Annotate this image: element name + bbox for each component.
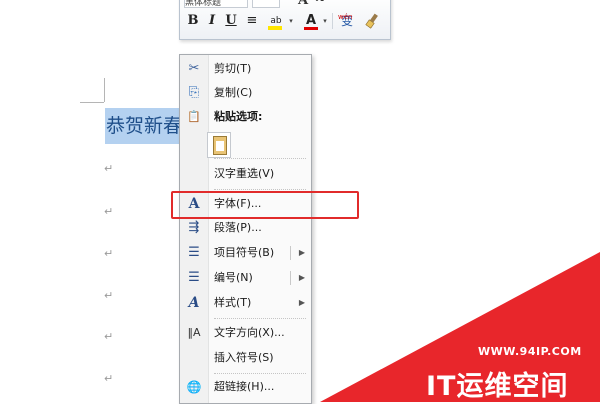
paragraph-mark: ↵ (104, 289, 114, 302)
font-color-button[interactable]: A (302, 11, 320, 31)
split-divider (290, 246, 291, 260)
menu-item-label: 汉字重选(V) (214, 167, 275, 180)
styles-icon: A (188, 295, 200, 311)
menu-separator (214, 158, 306, 159)
menu-item-label: 段落(P)... (214, 221, 262, 234)
highlight-label: ab (270, 16, 282, 26)
font-color-label: A (305, 13, 317, 28)
grow-font-button[interactable]: A (298, 0, 308, 8)
menu-item-cut[interactable]: ✂ 剪切(T) (180, 57, 311, 81)
menu-item-paste-options: 📋 粘贴选项: (180, 105, 311, 129)
menu-item-reconvert[interactable]: 汉字重选(V) (180, 162, 311, 186)
shrink-font-button[interactable]: A (316, 0, 324, 4)
menu-item-text-direction[interactable]: ‖A 文字方向(X)... (180, 321, 311, 345)
margin-marker (104, 78, 105, 102)
margin-marker (80, 102, 104, 103)
clipboard-icon (213, 136, 227, 155)
clipboard-icon: 📋 (187, 110, 201, 123)
menu-item-numbering[interactable]: ☰ 编号(N) ▶ (180, 266, 311, 290)
menu-item-insert-symbol[interactable]: 插入符号(S) (180, 346, 311, 370)
italic-button[interactable]: I (205, 11, 219, 31)
font-color-bar (304, 27, 318, 30)
menu-item-label: 样式(T) (214, 296, 252, 309)
submenu-arrow-icon[interactable]: ▶ (299, 241, 305, 265)
center-align-button[interactable]: ≡ (244, 11, 260, 31)
menu-item-bullets[interactable]: ☰ 项目符号(B) ▶ (180, 241, 311, 265)
menu-item-label: 复制(C) (214, 86, 253, 99)
paragraph-mark: ↵ (104, 372, 114, 385)
paragraph-mark: ↵ (104, 247, 114, 260)
menu-item-label: 项目符号(B) (214, 246, 275, 259)
bullets-icon: ☰ (188, 245, 200, 260)
context-menu: ✂ 剪切(T) ⎘ 复制(C) 📋 粘贴选项: 汉字重选(V) A 字体(F).… (179, 54, 312, 404)
format-painter-button[interactable] (362, 11, 382, 31)
menu-item-label: 编号(N) (214, 271, 253, 284)
brush-icon (365, 13, 378, 29)
paragraph-icon: ⇶ (188, 220, 200, 235)
font-size-box[interactable] (252, 0, 280, 8)
phonetic-top-label: wén (338, 13, 353, 21)
menu-separator (214, 318, 306, 319)
menu-item-label: 文字方向(X)... (214, 326, 285, 339)
watermark-url: WWW.94IP.COM (478, 345, 582, 358)
menu-item-label: 插入符号(S) (214, 351, 274, 364)
menu-item-copy[interactable]: ⎘ 复制(C) (180, 81, 311, 105)
paragraph-mark: ↵ (104, 330, 114, 343)
scissors-icon: ✂ (188, 61, 200, 76)
menu-item-label: 超链接(H)... (214, 380, 275, 393)
highlight-dropdown-icon[interactable]: ▾ (287, 11, 295, 31)
mini-toolbar: 黑体标题 A A B I U ≡ ab ▾ A ▾ wén 变 (179, 0, 391, 40)
paragraph-mark: ↵ (104, 205, 114, 218)
split-divider (290, 271, 291, 285)
toolbar-separator (332, 13, 333, 29)
numbering-icon: ☰ (188, 270, 200, 285)
annotation-highlight-box (171, 191, 359, 219)
globe-icon: 🌐 (186, 380, 202, 394)
highlight-button[interactable]: ab (266, 11, 286, 31)
copy-icon: ⎘ (188, 85, 200, 100)
highlight-color-bar (268, 26, 282, 30)
watermark-logo: IT运维空间 (426, 371, 569, 402)
menu-separator (214, 373, 306, 374)
font-color-dropdown-icon[interactable]: ▾ (321, 11, 329, 31)
selected-text[interactable]: 恭贺新春 (105, 108, 189, 144)
submenu-arrow-icon[interactable]: ▶ (299, 266, 305, 290)
paragraph-mark: ↵ (104, 162, 114, 175)
text-direction-icon: ‖A (187, 326, 201, 339)
menu-item-paragraph[interactable]: ⇶ 段落(P)... (180, 216, 311, 240)
submenu-arrow-icon[interactable]: ▶ (299, 291, 305, 315)
underline-button[interactable]: U (224, 11, 238, 31)
menu-item-styles[interactable]: A 样式(T) ▶ (180, 291, 311, 315)
bold-button[interactable]: B (186, 11, 200, 31)
menu-item-label: 剪切(T) (214, 62, 252, 75)
menu-item-label: 粘贴选项: (214, 110, 263, 123)
menu-item-hyperlink[interactable]: 🌐 超链接(H)... (180, 375, 311, 399)
menu-separator (214, 189, 306, 190)
phonetic-guide-button[interactable]: wén 变 (336, 11, 358, 31)
font-name-box[interactable]: 黑体标题 (184, 0, 248, 8)
paste-keep-format-button[interactable] (207, 132, 231, 158)
